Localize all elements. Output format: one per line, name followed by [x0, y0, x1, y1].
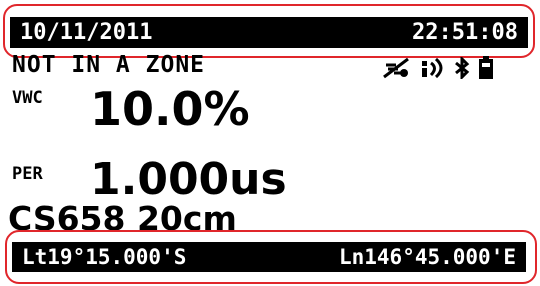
gps-off-icon [382, 57, 412, 79]
date-text: 10/11/2011 [20, 20, 153, 45]
vwc-label: VWC [12, 88, 43, 108]
per-value: 1.000us [90, 154, 287, 205]
zone-status: NOT IN A ZONE [12, 52, 206, 78]
header-bar: 10/11/2011 22:51:08 [10, 17, 528, 48]
bluetooth-icon [454, 57, 470, 79]
per-label: PER [12, 164, 43, 184]
status-icons [382, 56, 494, 80]
footer-bar: Lt19°15.000'S Ln146°45.000'E [12, 242, 526, 272]
latitude-text: Lt19°15.000'S [22, 245, 187, 269]
time-text: 22:51:08 [412, 20, 518, 45]
battery-icon [478, 56, 494, 80]
vwc-value: 10.0% [90, 82, 250, 136]
signal-icon [420, 57, 446, 79]
longitude-text: Ln146°45.000'E [338, 245, 516, 269]
